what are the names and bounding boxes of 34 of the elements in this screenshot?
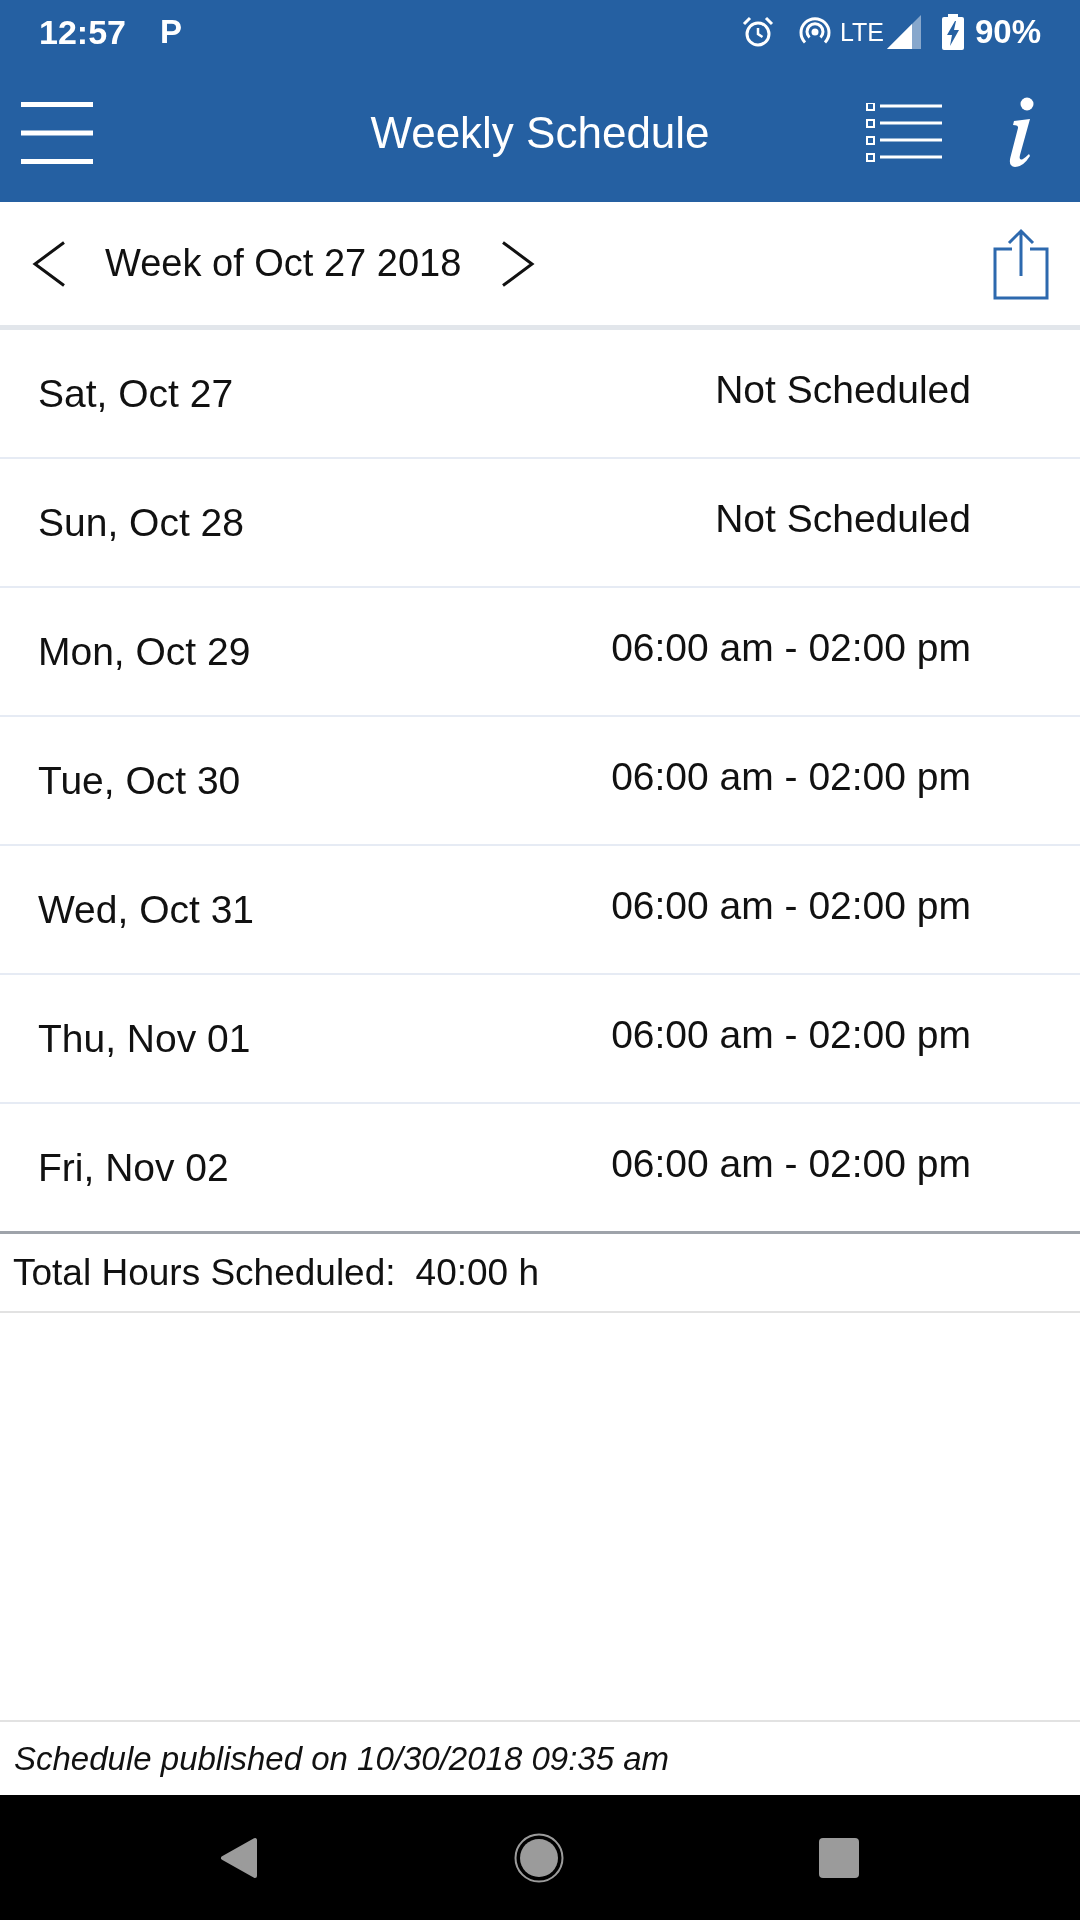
day-date: Mon, Oct 29 — [38, 629, 251, 674]
home-icon[interactable] — [514, 1832, 564, 1883]
day-date: Sat, Oct 27 — [38, 371, 234, 416]
day-date: Wed, Oct 31 — [38, 887, 255, 932]
shift-time: 06:00 am - 02:00 pm — [611, 884, 971, 929]
signal-icon — [886, 15, 921, 49]
shift-time: 06:00 am - 02:00 pm — [611, 1013, 971, 1058]
shift-time: 06:00 am - 02:00 pm — [611, 626, 971, 671]
next-week-chevron-icon[interactable] — [501, 240, 536, 287]
battery-charging-icon — [941, 14, 964, 50]
alarm-clock-icon — [741, 16, 774, 48]
day-date: Sun, Oct 28 — [38, 500, 244, 545]
previous-week-chevron-icon[interactable] — [32, 240, 66, 287]
day-date: Fri, Nov 02 — [38, 1145, 229, 1190]
screen-title: Weekly Schedule — [370, 108, 710, 158]
total-hours-value: 40:00 h — [415, 1251, 539, 1294]
network-type: LTE — [839, 17, 884, 47]
total-hours-label: Total Hours Scheduled: — [13, 1251, 396, 1294]
notification-icon: P — [159, 13, 182, 51]
list-view-icon[interactable] — [866, 103, 942, 163]
back-icon[interactable] — [220, 1836, 258, 1879]
shift-time: Not Scheduled — [715, 368, 971, 413]
week-label: Week of Oct 27 2018 — [105, 242, 462, 285]
share-icon[interactable] — [993, 227, 1049, 300]
recents-icon[interactable] — [819, 1837, 859, 1878]
battery-percent: 90% — [974, 13, 1041, 51]
day-date: Tue, Oct 30 — [38, 758, 241, 803]
shift-time: 06:00 am - 02:00 pm — [611, 755, 971, 800]
published-note: Schedule published on 10/30/2018 09:35 am — [14, 1739, 670, 1778]
shift-time: 06:00 am - 02:00 pm — [611, 1142, 971, 1187]
status-time: 12:57 — [39, 12, 126, 52]
day-date: Thu, Nov 01 — [38, 1016, 251, 1061]
shift-time: Not Scheduled — [715, 497, 971, 542]
menu-icon[interactable] — [21, 102, 93, 164]
